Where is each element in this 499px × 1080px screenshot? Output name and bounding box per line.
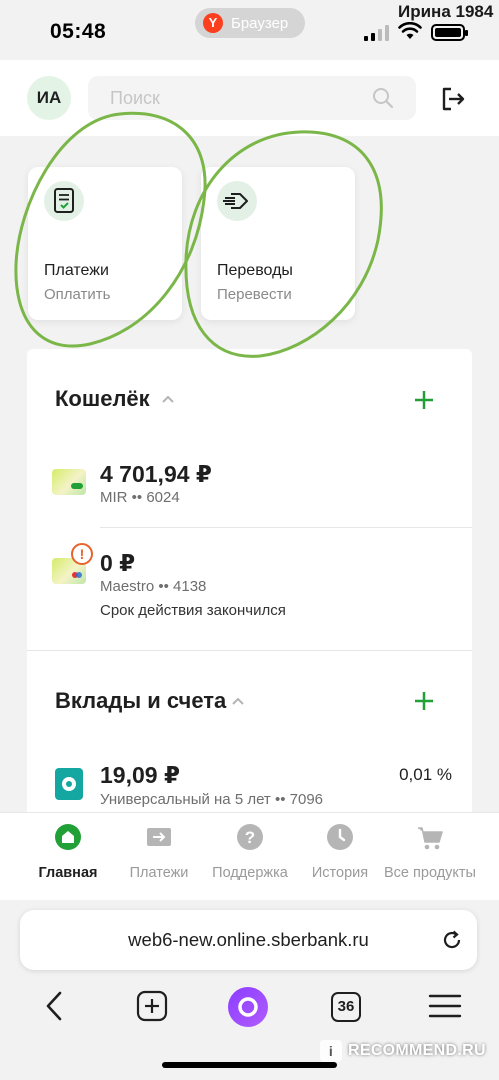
watermark-author: Ирина 1984 xyxy=(398,2,494,21)
recommend-logo-icon: i xyxy=(320,1040,342,1062)
browser-pill[interactable]: Y Браузер xyxy=(195,8,305,38)
account-info: Универсальный на 5 лет •• 7096 xyxy=(100,791,324,808)
section-divider xyxy=(27,650,472,651)
add-deposit-button[interactable] xyxy=(413,690,435,712)
transfers-card-subtitle: Перевести xyxy=(217,286,292,303)
plus-square-icon xyxy=(136,990,168,1022)
tab-label: Платежи xyxy=(129,865,189,881)
tab-label: История xyxy=(311,865,369,881)
safe-icon xyxy=(55,768,83,800)
watermark-recommend: i RECOMMEND.RU xyxy=(320,1040,486,1062)
payments-tab-icon xyxy=(147,828,171,846)
account-rate: 0,01 % xyxy=(399,765,452,784)
card-expired-note: Срок действия закончился xyxy=(100,602,286,619)
card-balance: 4 701,94 ₽ xyxy=(100,461,212,487)
mir-card-icon xyxy=(52,469,86,495)
hamburger-menu-icon xyxy=(428,994,462,1018)
wifi-icon xyxy=(398,22,422,39)
card-info: Maestro •• 4138 xyxy=(100,578,207,595)
url-text[interactable]: web6-new.online.sberbank.ru xyxy=(20,929,477,951)
search-input[interactable] xyxy=(88,76,368,120)
tab-history[interactable]: История xyxy=(292,821,388,891)
card-info: MIR •• 6024 xyxy=(100,489,180,506)
payments-doc-icon xyxy=(44,181,84,221)
card-balance: 0 ₽ xyxy=(100,550,136,576)
tab-support[interactable]: ? Поддержка xyxy=(202,821,298,891)
address-bar[interactable]: web6-new.online.sberbank.ru xyxy=(20,910,477,970)
watermark-text: RECOMMEND.RU xyxy=(348,1042,486,1060)
add-wallet-button[interactable] xyxy=(413,389,435,411)
payments-card-subtitle: Оплатить xyxy=(44,286,111,303)
tabs-switcher-button[interactable]: 36 xyxy=(331,982,365,1032)
browser-label: Браузер xyxy=(231,14,289,32)
status-bar: 05:48 Y Браузер Ирина 1984 xyxy=(0,0,499,60)
alice-button[interactable] xyxy=(228,982,268,1032)
tabs-count: 36 xyxy=(331,992,361,1022)
menu-button[interactable] xyxy=(427,982,463,1032)
deposits-title[interactable]: Вклады и счета xyxy=(55,688,226,714)
payments-card-title: Платежи xyxy=(44,262,109,279)
svg-text:?: ? xyxy=(245,828,255,847)
bottom-tab-bar: Главная Платежи ? Поддержка История Все … xyxy=(0,812,499,900)
clock-icon xyxy=(327,824,353,850)
chevron-up-icon[interactable] xyxy=(231,696,245,706)
payments-card[interactable]: Платежи Оплатить xyxy=(28,167,182,320)
help-icon: ? xyxy=(237,824,263,850)
cart-icon xyxy=(418,827,443,850)
tab-home[interactable]: Главная xyxy=(20,821,116,891)
app-header: ИА xyxy=(0,60,499,136)
tab-all-products[interactable]: Все продукты xyxy=(382,821,478,891)
account-balance: 19,09 ₽ xyxy=(100,762,180,788)
alice-assistant-icon xyxy=(228,987,268,1027)
warning-icon: ! xyxy=(71,543,93,565)
search-box[interactable] xyxy=(88,76,416,120)
transfer-arrow-icon xyxy=(217,181,257,221)
avatar[interactable]: ИА xyxy=(27,76,71,120)
search-icon[interactable] xyxy=(372,87,394,109)
battery-icon xyxy=(431,24,468,41)
home-icon xyxy=(55,824,81,850)
products-panel: Кошелёк 4 701,94 ₽ MIR •• 6024 ! 0 ₽ Mae… xyxy=(27,349,472,819)
new-tab-button[interactable] xyxy=(135,982,169,1032)
back-arrow-icon xyxy=(46,991,62,1021)
cellular-signal-icon xyxy=(364,25,389,41)
tab-label: Все продукты xyxy=(384,865,476,881)
transfers-card-title: Переводы xyxy=(217,262,293,279)
tab-payments[interactable]: Платежи xyxy=(111,821,207,891)
wallet-title[interactable]: Кошелёк xyxy=(55,386,150,412)
reload-icon[interactable] xyxy=(441,929,463,951)
back-button[interactable] xyxy=(38,982,70,1032)
transfers-card[interactable]: Переводы Перевести xyxy=(201,167,355,320)
logout-icon[interactable] xyxy=(439,85,467,113)
yandex-logo-icon: Y xyxy=(203,13,223,33)
home-indicator xyxy=(162,1062,337,1068)
tab-label: Поддержка xyxy=(212,865,288,881)
chevron-up-icon[interactable] xyxy=(161,394,175,404)
status-time: 05:48 xyxy=(50,20,107,43)
row-divider xyxy=(100,527,472,528)
tab-label: Главная xyxy=(38,865,98,881)
